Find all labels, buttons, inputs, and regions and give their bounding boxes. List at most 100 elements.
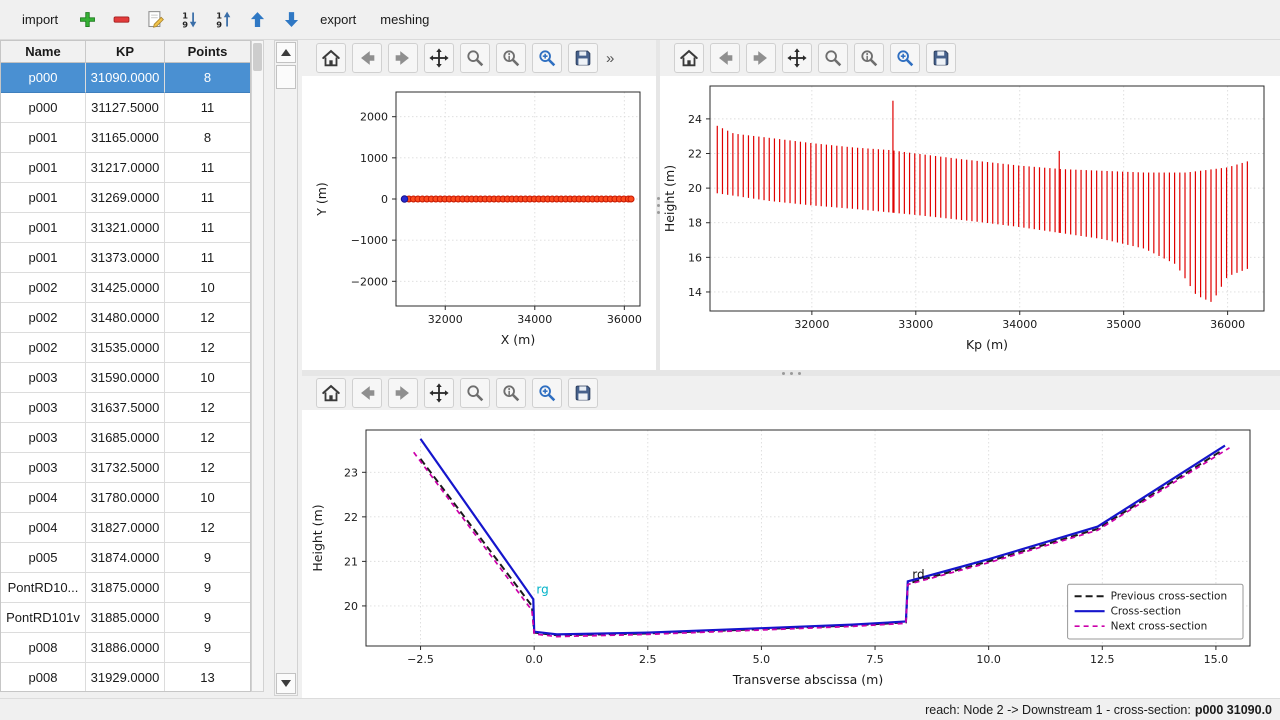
table-row[interactable]: p003 31637.5000 12 (1, 393, 250, 423)
down-arrow-icon (281, 680, 291, 687)
up-arrow-icon (281, 49, 291, 56)
table-row[interactable]: p001 31321.0000 11 (1, 213, 250, 243)
cross-section-figure: rgrd−2.50.02.55.07.510.012.515.020212223… (302, 410, 1280, 703)
pan-button[interactable] (782, 43, 812, 73)
table-vertical-scrollbar[interactable] (251, 40, 264, 692)
edit-section-button[interactable] (140, 5, 170, 35)
row-points: 10 (165, 273, 250, 303)
add-section-button[interactable] (72, 5, 102, 35)
column-header-kp[interactable]: KP (86, 41, 165, 62)
move-down-icon (281, 9, 302, 30)
zoom-button[interactable] (460, 378, 490, 408)
back-button[interactable] (710, 43, 740, 73)
svg-text:9: 9 (216, 19, 222, 29)
svg-text:X (m): X (m) (501, 332, 535, 347)
longitudinal-profile-plot[interactable]: 3200033000340003500036000141618202224Kp … (660, 76, 1280, 366)
svg-text:2.5: 2.5 (639, 653, 657, 666)
save-icon (572, 47, 594, 69)
table-row[interactable]: p002 31425.0000 10 (1, 273, 250, 303)
table-row[interactable]: p003 31685.0000 12 (1, 423, 250, 453)
edit-parameters-button[interactable] (532, 43, 562, 73)
row-points: 11 (165, 243, 250, 273)
scroll-down-button[interactable] (276, 673, 296, 694)
table-row[interactable]: p004 31780.0000 10 (1, 483, 250, 513)
pan-button[interactable] (424, 378, 454, 408)
plan-view-plot[interactable]: 320003400036000−2000−1000010002000X (m)Y… (302, 76, 656, 366)
configure-subplots-button[interactable] (854, 43, 884, 73)
table-row[interactable]: p001 31217.0000 11 (1, 153, 250, 183)
column-header-points[interactable]: Points (165, 41, 250, 62)
table-row[interactable]: p003 31590.0000 10 (1, 363, 250, 393)
home-button[interactable] (674, 43, 704, 73)
table-row[interactable]: p001 31165.0000 8 (1, 123, 250, 153)
move-down-button[interactable] (276, 5, 306, 35)
forward-icon (392, 382, 414, 404)
column-header-name[interactable]: Name (1, 41, 86, 62)
svg-text:20: 20 (688, 182, 702, 195)
zoom-button[interactable] (460, 43, 490, 73)
table-row[interactable]: p001 31269.0000 11 (1, 183, 250, 213)
cross-section-toolbar (302, 376, 1280, 410)
zoom-button[interactable] (818, 43, 848, 73)
table-scrollbar-thumb[interactable] (253, 43, 262, 71)
configure-subplots-button[interactable] (496, 43, 526, 73)
row-points: 12 (165, 423, 250, 453)
remove-section-button[interactable] (106, 5, 136, 35)
cross-section-panel: rgrd−2.50.02.55.07.510.012.515.020212223… (302, 376, 1280, 698)
meshing-button[interactable]: meshing (370, 7, 439, 32)
cross-section-plot[interactable]: rgrd−2.50.02.55.07.510.012.515.020212223… (302, 410, 1280, 698)
table-row[interactable]: p004 31827.0000 12 (1, 513, 250, 543)
scroll-up-button[interactable] (276, 42, 296, 63)
save-button[interactable] (568, 378, 598, 408)
table-row[interactable]: p005 31874.0000 9 (1, 543, 250, 573)
configure-subplots-button[interactable] (496, 378, 526, 408)
edit-parameters-icon (894, 47, 916, 69)
svg-text:12.5: 12.5 (1090, 653, 1115, 666)
back-icon (714, 47, 736, 69)
svg-text:20: 20 (344, 600, 358, 613)
row-name: p008 (1, 663, 86, 692)
save-button[interactable] (926, 43, 956, 73)
table-row[interactable]: p000 31127.5000 11 (1, 93, 250, 123)
row-points: 12 (165, 513, 250, 543)
home-button[interactable] (316, 378, 346, 408)
back-button[interactable] (352, 378, 382, 408)
panel-vertical-scrollbar[interactable] (274, 40, 298, 696)
cross-section-list-panel: Name KP Points p000 31090.0000 8 p000 31… (0, 40, 302, 698)
row-name: p001 (1, 153, 86, 183)
table-row[interactable]: p001 31373.0000 11 (1, 243, 250, 273)
table-row[interactable]: p002 31480.0000 12 (1, 303, 250, 333)
table-row[interactable]: p008 31886.0000 9 (1, 633, 250, 663)
save-button[interactable] (568, 43, 598, 73)
pan-button[interactable] (424, 43, 454, 73)
table-row[interactable]: p008 31929.0000 13 (1, 663, 250, 692)
export-button[interactable]: export (310, 7, 366, 32)
edit-parameters-button[interactable] (532, 378, 562, 408)
forward-button[interactable] (746, 43, 776, 73)
sort-ascending-button[interactable]: 1 9 (208, 5, 238, 35)
row-kp: 31127.5000 (86, 93, 165, 123)
panel-scrollbar-thumb[interactable] (276, 65, 296, 89)
table-header: Name KP Points (1, 41, 250, 63)
import-button[interactable]: import (12, 7, 68, 32)
home-button[interactable] (316, 43, 346, 73)
row-name: p002 (1, 273, 86, 303)
forward-button[interactable] (388, 378, 418, 408)
table-row[interactable]: PontRD10... 31875.0000 9 (1, 573, 250, 603)
row-kp: 31732.5000 (86, 453, 165, 483)
sort-descending-button[interactable]: 1 9 (174, 5, 204, 35)
table-row[interactable]: p002 31535.0000 12 (1, 333, 250, 363)
svg-text:Previous cross-section: Previous cross-section (1111, 591, 1228, 603)
forward-button[interactable] (388, 43, 418, 73)
edit-parameters-button[interactable] (890, 43, 920, 73)
table-row[interactable]: PontRD101v 31885.0000 9 (1, 603, 250, 633)
table-row[interactable]: p000 31090.0000 8 (1, 63, 250, 93)
row-name: PontRD10... (1, 573, 86, 603)
home-icon (320, 382, 342, 404)
svg-text:32000: 32000 (794, 318, 829, 331)
move-up-button[interactable] (242, 5, 272, 35)
toolbar-overflow-chevron[interactable]: » (606, 50, 614, 67)
row-points: 12 (165, 393, 250, 423)
table-row[interactable]: p003 31732.5000 12 (1, 453, 250, 483)
back-button[interactable] (352, 43, 382, 73)
